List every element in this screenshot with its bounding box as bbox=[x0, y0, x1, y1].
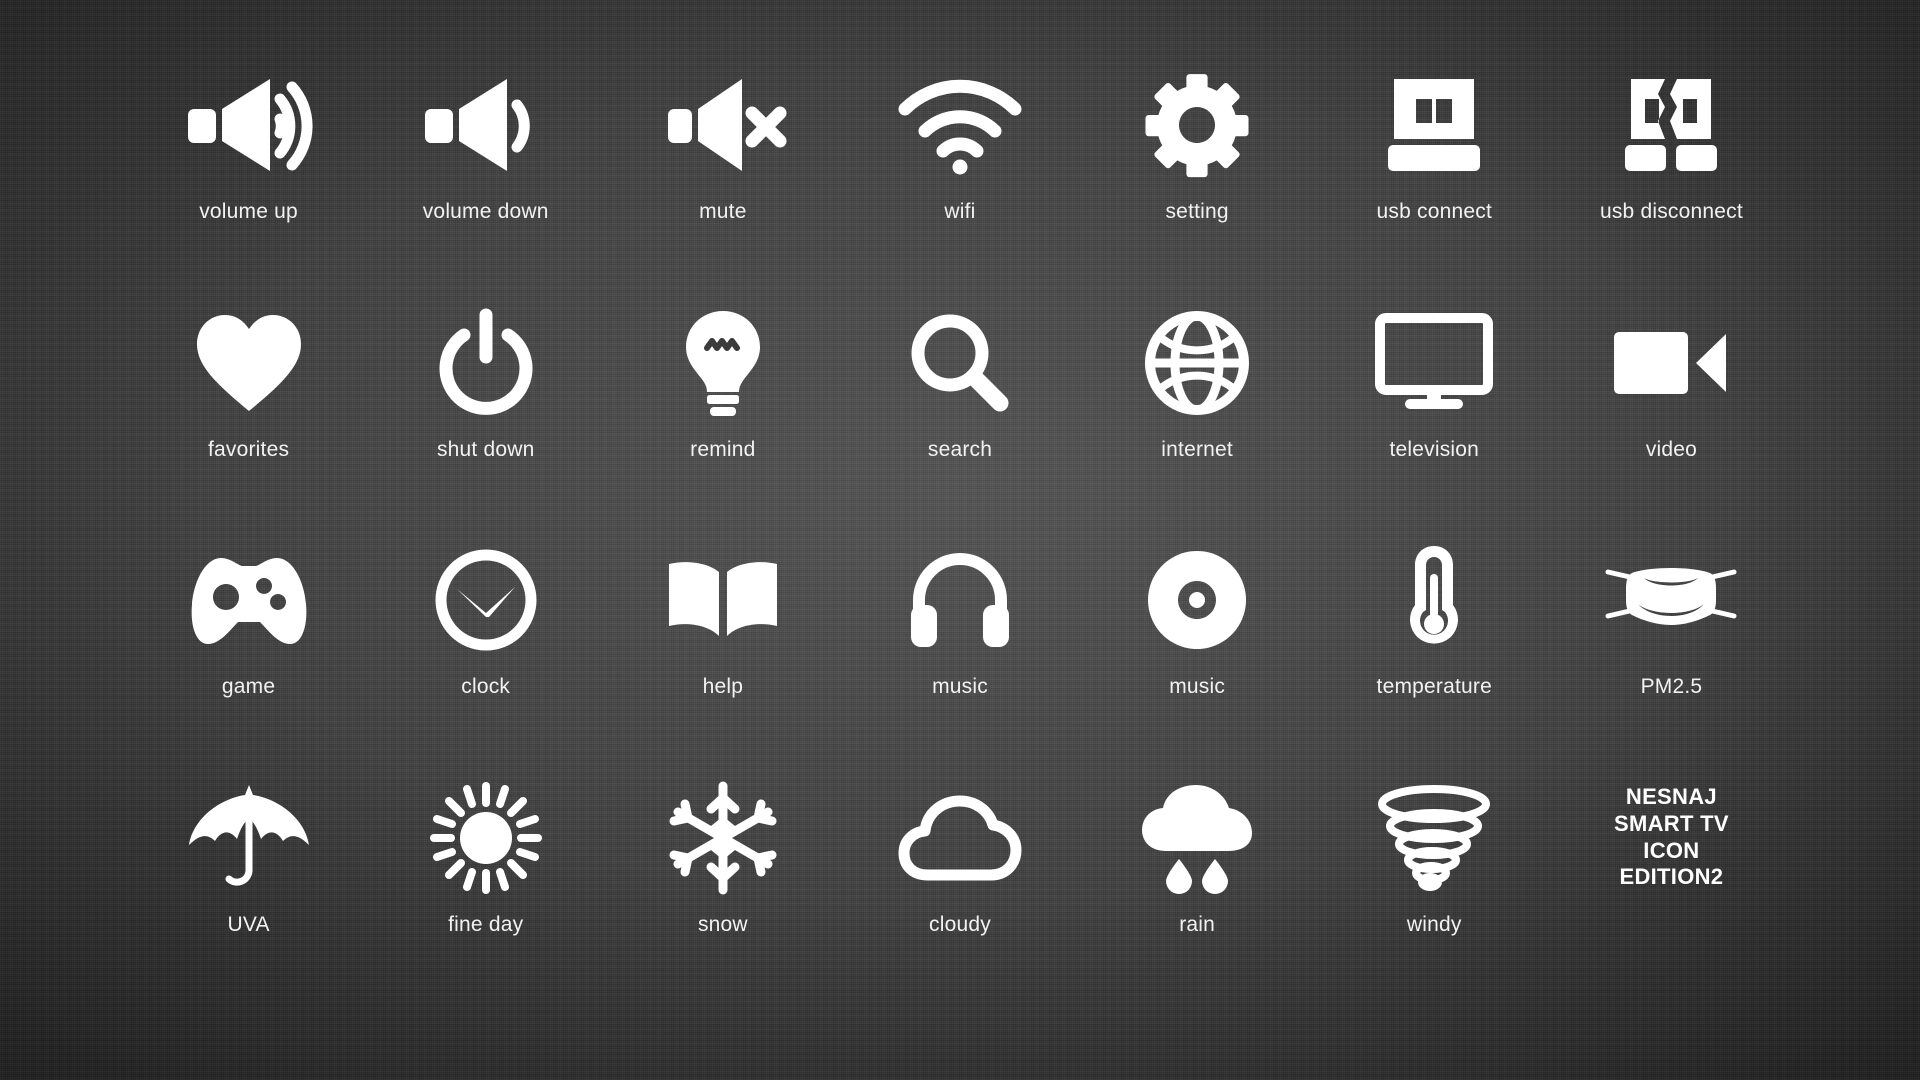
icon-cell-rain[interactable]: rain bbox=[1079, 773, 1316, 1011]
icon-label: television bbox=[1389, 437, 1480, 461]
icon-cell-cloudy[interactable]: cloudy bbox=[841, 773, 1078, 1011]
icon-label: favorites bbox=[207, 437, 290, 461]
clock-icon[interactable] bbox=[401, 535, 571, 665]
icon-cell-shut-down[interactable]: shut down bbox=[367, 298, 604, 536]
mute-icon[interactable] bbox=[638, 60, 808, 190]
icon-cell-volume-up[interactable]: volume up bbox=[130, 60, 367, 298]
compact-disc-icon[interactable] bbox=[1112, 535, 1282, 665]
icon-label: usb connect bbox=[1376, 200, 1492, 223]
sun-icon[interactable] bbox=[401, 773, 571, 903]
globe-icon[interactable] bbox=[1112, 298, 1282, 428]
branding-text: NESNAJ SMART TV ICON EDITION2 bbox=[1586, 773, 1756, 903]
lightbulb-icon[interactable] bbox=[638, 298, 808, 428]
icon-cell-windy[interactable]: windy bbox=[1316, 773, 1553, 1011]
icon-cell-uva[interactable]: UVA bbox=[130, 773, 367, 1011]
brand-line-1: NESNAJ bbox=[1625, 783, 1717, 809]
television-icon[interactable] bbox=[1349, 298, 1519, 428]
icon-label: windy bbox=[1406, 912, 1462, 936]
brand-line-3: ICON bbox=[1643, 837, 1700, 863]
wifi-icon[interactable] bbox=[875, 60, 1045, 190]
icon-label: shut down bbox=[436, 437, 535, 461]
icon-cell-internet[interactable]: internet bbox=[1079, 298, 1316, 536]
icon-grid: volume up volume down mute wifi setting … bbox=[0, 0, 1920, 1080]
face-mask-icon[interactable] bbox=[1586, 535, 1756, 665]
heart-icon[interactable] bbox=[164, 298, 334, 428]
cloud-icon[interactable] bbox=[875, 773, 1045, 903]
brand-line-4: EDITION2 bbox=[1619, 864, 1724, 890]
icon-label: remind bbox=[690, 437, 756, 461]
tornado-icon[interactable] bbox=[1349, 773, 1519, 903]
icon-cell-remind[interactable]: remind bbox=[604, 298, 841, 536]
icon-label: internet bbox=[1161, 437, 1233, 461]
icon-label: mute bbox=[699, 200, 747, 223]
icon-label: snow bbox=[697, 912, 748, 936]
icon-cell-search[interactable]: search bbox=[841, 298, 1078, 536]
video-camera-icon[interactable] bbox=[1586, 298, 1756, 428]
icon-cell-snow[interactable]: snow bbox=[604, 773, 841, 1011]
icon-label: game bbox=[221, 675, 276, 698]
icon-label: cloudy bbox=[929, 912, 991, 936]
book-icon[interactable] bbox=[638, 535, 808, 665]
branding-block: NESNAJ SMART TV ICON EDITION2 bbox=[1553, 773, 1790, 1011]
icon-label: clock bbox=[461, 675, 511, 698]
icon-cell-television[interactable]: television bbox=[1316, 298, 1553, 536]
icon-label: music bbox=[932, 675, 988, 698]
thermometer-icon[interactable] bbox=[1349, 535, 1519, 665]
icon-cell-favorites[interactable]: favorites bbox=[130, 298, 367, 536]
icon-cell-usb-connect[interactable]: usb connect bbox=[1316, 60, 1553, 298]
icon-cell-wifi[interactable]: wifi bbox=[841, 60, 1078, 298]
icon-cell-temperature[interactable]: temperature bbox=[1316, 535, 1553, 773]
icon-cell-video[interactable]: video bbox=[1553, 298, 1790, 536]
icon-label: rain bbox=[1179, 912, 1216, 936]
icon-label: wifi bbox=[944, 200, 976, 223]
icon-label: video bbox=[1645, 437, 1698, 461]
headphones-icon[interactable] bbox=[875, 535, 1045, 665]
icon-label: usb disconnect bbox=[1599, 200, 1743, 223]
icon-label: setting bbox=[1165, 200, 1229, 223]
volume-down-icon[interactable] bbox=[401, 60, 571, 190]
usb-disconnect-icon[interactable] bbox=[1586, 60, 1756, 190]
umbrella-icon[interactable] bbox=[164, 773, 334, 903]
gamepad-icon[interactable] bbox=[164, 535, 334, 665]
volume-up-icon[interactable] bbox=[164, 60, 334, 190]
icon-cell-music-headphones[interactable]: music bbox=[841, 535, 1078, 773]
icon-label: volume down bbox=[422, 200, 549, 223]
usb-connect-icon[interactable] bbox=[1349, 60, 1519, 190]
icon-label: help bbox=[702, 675, 744, 698]
icon-label: temperature bbox=[1376, 675, 1492, 698]
icon-label: fine day bbox=[448, 912, 524, 936]
icon-cell-clock[interactable]: clock bbox=[367, 535, 604, 773]
search-icon[interactable] bbox=[875, 298, 1045, 428]
icon-cell-pm25[interactable]: PM2.5 bbox=[1553, 535, 1790, 773]
gear-icon[interactable] bbox=[1112, 60, 1282, 190]
icon-label: UVA bbox=[227, 912, 270, 936]
icon-cell-fine-day[interactable]: fine day bbox=[367, 773, 604, 1011]
icon-label: music bbox=[1169, 675, 1226, 698]
icon-label: PM2.5 bbox=[1640, 675, 1703, 698]
brand-line-2: SMART TV bbox=[1613, 810, 1729, 836]
icon-cell-game[interactable]: game bbox=[130, 535, 367, 773]
rain-cloud-icon[interactable] bbox=[1112, 773, 1282, 903]
snowflake-icon[interactable] bbox=[638, 773, 808, 903]
icon-cell-volume-down[interactable]: volume down bbox=[367, 60, 604, 298]
icon-cell-setting[interactable]: setting bbox=[1079, 60, 1316, 298]
icon-cell-usb-disconnect[interactable]: usb disconnect bbox=[1553, 60, 1790, 298]
power-icon[interactable] bbox=[401, 298, 571, 428]
icon-label: volume up bbox=[199, 200, 298, 223]
icon-cell-mute[interactable]: mute bbox=[604, 60, 841, 298]
icon-cell-music-disc[interactable]: music bbox=[1079, 535, 1316, 773]
icon-label: search bbox=[927, 437, 993, 461]
icon-cell-help[interactable]: help bbox=[604, 535, 841, 773]
